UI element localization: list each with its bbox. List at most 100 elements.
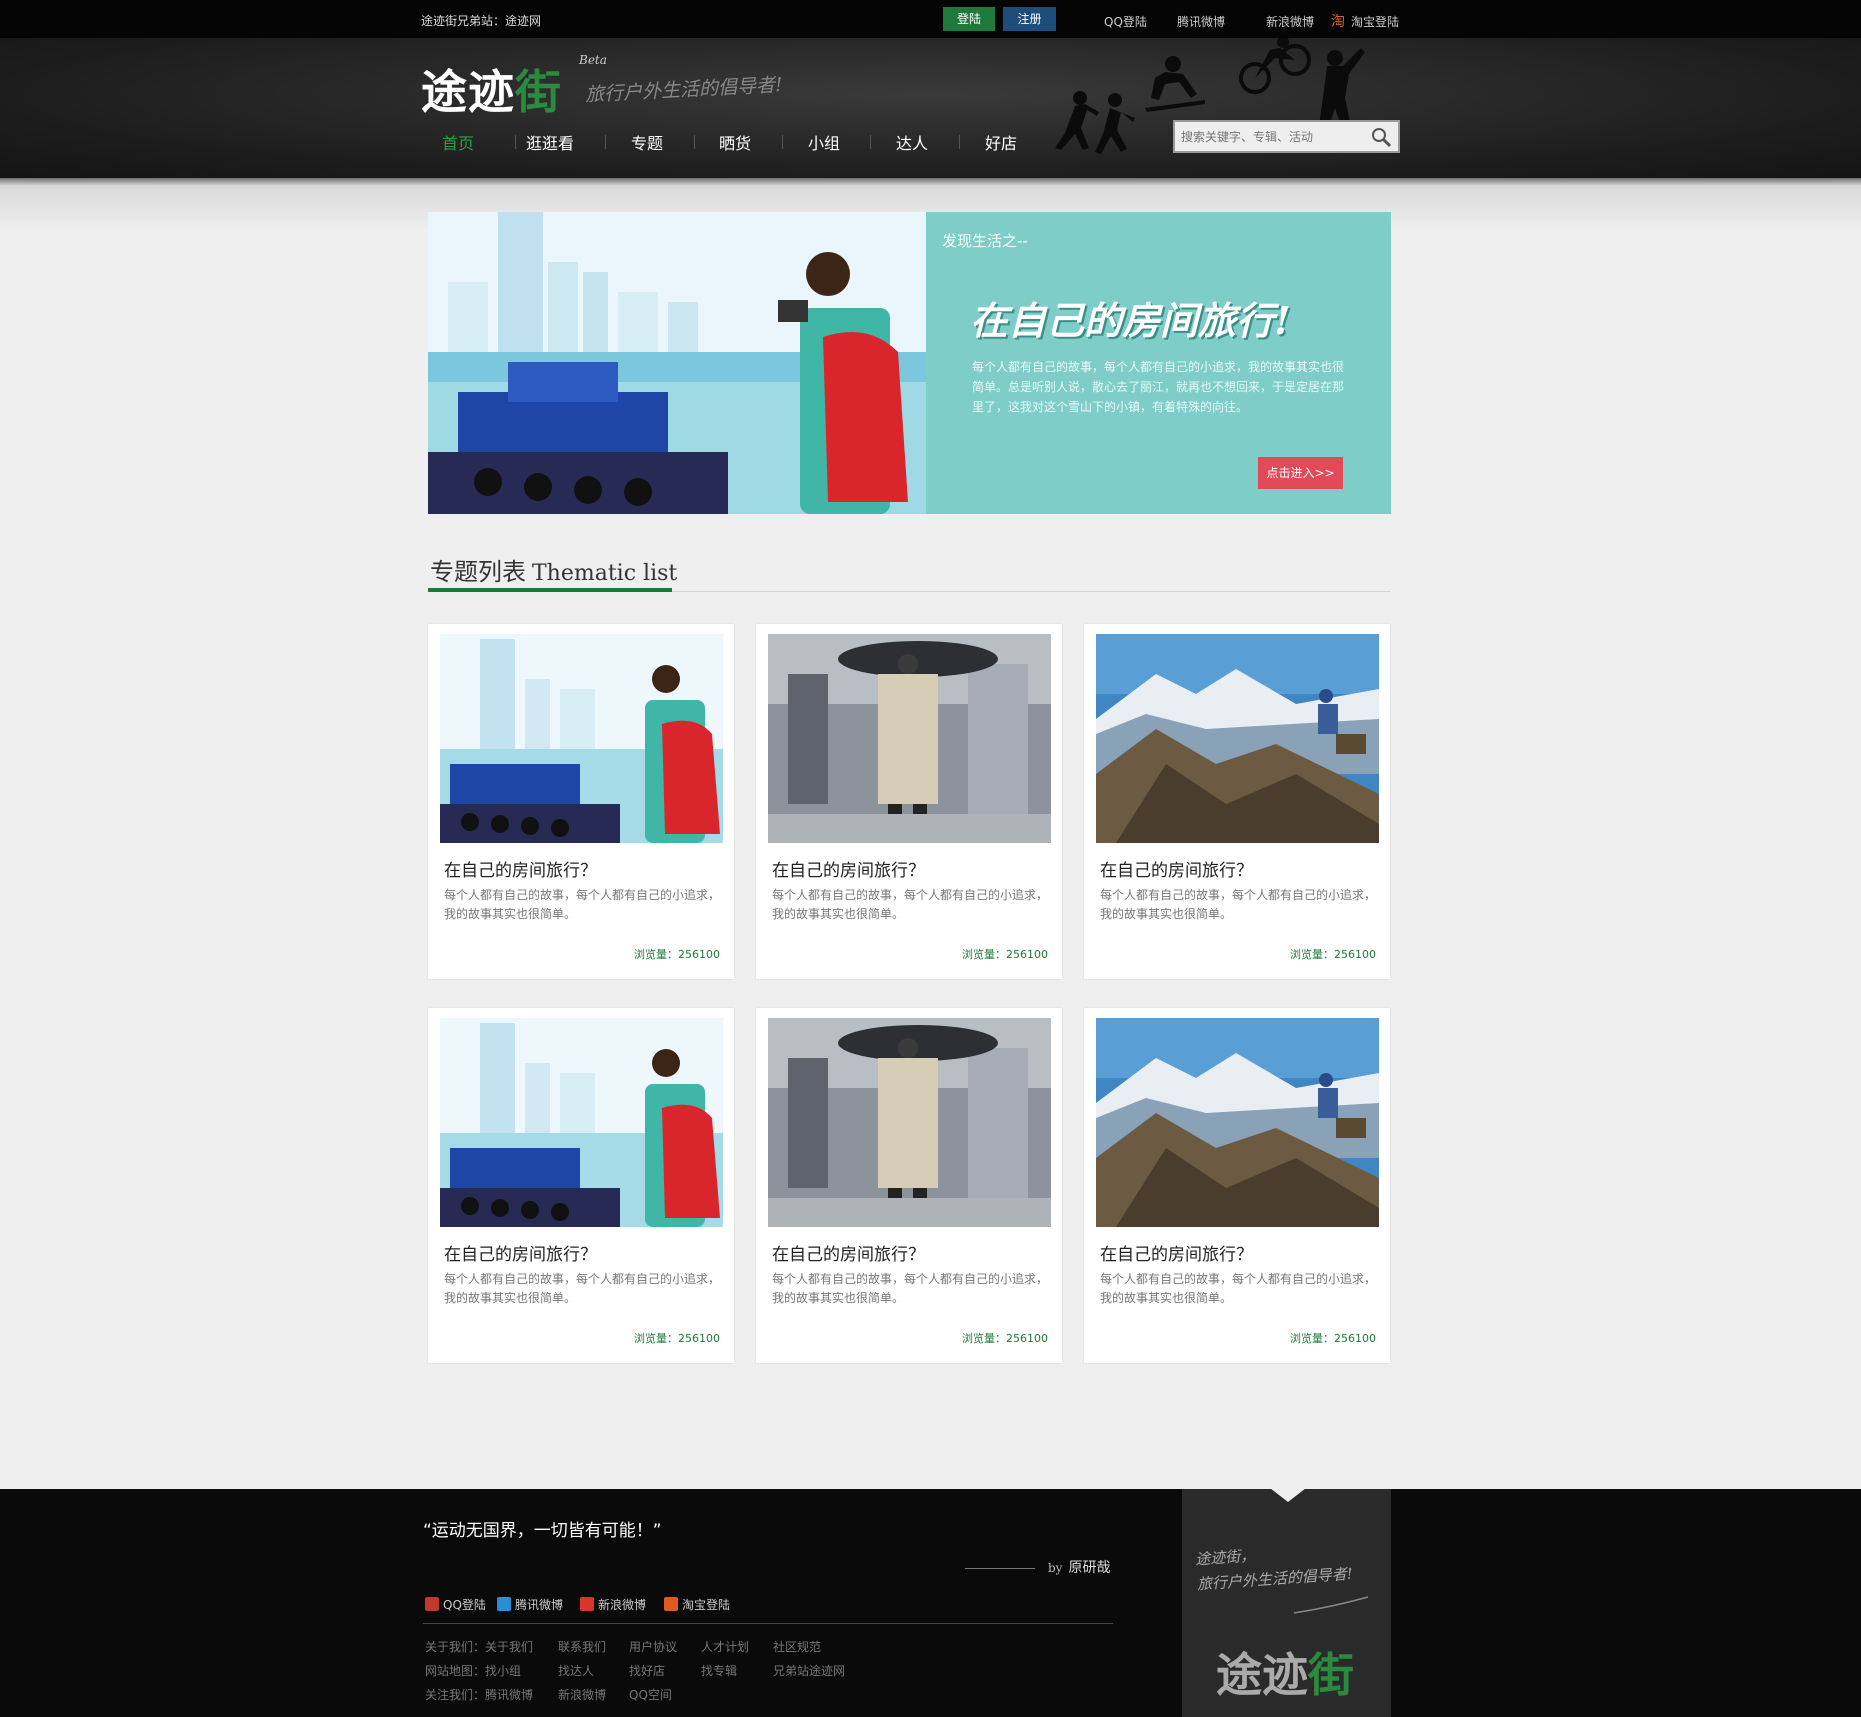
- banner-kicker: 发现生活之--: [942, 232, 1028, 250]
- footer-byline: by 原研哉: [1048, 1560, 1111, 1576]
- topic-card-description: 每个人都有自己的故事，每个人都有自己的小追求，我的故事其实也很简单。: [444, 888, 721, 921]
- nav-divider: [870, 135, 871, 149]
- banner-photo[interactable]: [428, 212, 926, 514]
- footer-follow-tencent[interactable]: 关注我们：腾讯微博: [425, 1686, 533, 1703]
- nav-showcase[interactable]: 晒货: [719, 130, 751, 154]
- nav-divider: [782, 135, 783, 149]
- footer-contact[interactable]: 联系我们: [558, 1638, 606, 1655]
- topic-card-image[interactable]: [768, 634, 1051, 843]
- footer-community-rules[interactable]: 社区规范: [773, 1638, 821, 1655]
- topic-card-image[interactable]: [1096, 1018, 1379, 1227]
- nav-groups[interactable]: 小组: [808, 130, 840, 154]
- topic-card[interactable]: 在自己的房间旅行？ 每个人都有自己的故事，每个人都有自己的小追求，我的故事其实也很…: [756, 624, 1062, 979]
- search-input[interactable]: [1181, 127, 1366, 147]
- topic-card-views: 浏览量：256100: [1290, 1332, 1376, 1345]
- topic-card-views: 浏览量：256100: [962, 1332, 1048, 1345]
- footer-careers[interactable]: 人才计划: [701, 1638, 749, 1655]
- footer-find-shops[interactable]: 找好店: [629, 1662, 665, 1679]
- footer-qq-login[interactable]: QQ登陆: [425, 1596, 486, 1613]
- section-title-underline: [428, 588, 672, 592]
- footer-brand-panel: 途迹街， 旅行户外生活的倡导者! 途迹街: [1182, 1489, 1391, 1717]
- footer-find-experts[interactable]: 找达人: [558, 1662, 594, 1679]
- footer-taobao-login[interactable]: 淘宝登陆: [664, 1596, 730, 1613]
- topic-card[interactable]: 在自己的房间旅行？ 每个人都有自己的故事，每个人都有自己的小追求，我的故事其实也很…: [1084, 624, 1390, 979]
- topic-card-image[interactable]: [768, 1018, 1051, 1227]
- header-background: [0, 38, 1861, 178]
- nav-experts[interactable]: 达人: [896, 130, 928, 154]
- footer-divider: [423, 1623, 1113, 1624]
- register-button[interactable]: 注册: [1003, 7, 1056, 31]
- topic-card-image[interactable]: [440, 1018, 723, 1227]
- topic-card-description: 每个人都有自己的故事，每个人都有自己的小追求，我的故事其实也很简单。: [772, 888, 1049, 921]
- topic-card-title[interactable]: 在自己的房间旅行？: [444, 1240, 597, 1265]
- tencent-weibo-icon: [497, 1597, 511, 1611]
- footer-tencent-weibo[interactable]: 腾讯微博: [497, 1596, 563, 1613]
- site-logo[interactable]: 途迹街: [421, 56, 562, 122]
- topic-card-views: 浏览量：256100: [634, 1332, 720, 1345]
- footer-find-groups[interactable]: 网站地图：找小组: [425, 1662, 521, 1679]
- footer-sister-site[interactable]: 兄弟站途迹网: [773, 1662, 845, 1679]
- footer-about-us[interactable]: 关于我们：关于我们: [425, 1638, 533, 1655]
- section-title-en: Thematic list: [532, 561, 678, 586]
- footer-sina-weibo[interactable]: 新浪微博: [580, 1596, 646, 1613]
- topic-card-title[interactable]: 在自己的房间旅行？: [772, 1240, 925, 1265]
- footer-logo[interactable]: 途迹街: [1216, 1639, 1354, 1705]
- tencent-weibo-link[interactable]: 腾讯微博: [1177, 13, 1225, 30]
- hero-banner: 发现生活之-- 在自己的房间旅行! 每个人都有自己的故事，每个人都有自己的小追求…: [428, 212, 1391, 514]
- topic-card-title[interactable]: 在自己的房间旅行？: [772, 856, 925, 881]
- topic-card-image[interactable]: [440, 634, 723, 843]
- topic-card-title[interactable]: 在自己的房间旅行？: [1100, 856, 1253, 881]
- byline-rule: [965, 1568, 1035, 1569]
- topic-card-description: 每个人都有自己的故事，每个人都有自己的小追求，我的故事其实也很简单。: [444, 1272, 721, 1305]
- topic-card[interactable]: 在自己的房间旅行？ 每个人都有自己的故事，每个人都有自己的小追求，我的故事其实也很…: [1084, 1008, 1390, 1363]
- footer-follow-qzone[interactable]: QQ空间: [629, 1686, 672, 1703]
- topic-card[interactable]: 在自己的房间旅行？ 每个人都有自己的故事，每个人都有自己的小追求，我的故事其实也很…: [428, 624, 734, 979]
- banner-enter-button[interactable]: 点击进入>>: [1258, 457, 1343, 489]
- topic-card-description: 每个人都有自己的故事，每个人都有自己的小追求，我的故事其实也很简单。: [772, 1272, 1049, 1305]
- sina-weibo-icon: [580, 1597, 594, 1611]
- top-bar: 途迹街兄弟站：途迹网 登陆 注册 QQ登陆 腾讯微博 新浪微博 淘 淘宝登陆: [0, 0, 1861, 38]
- banner-text-panel: 发现生活之-- 在自己的房间旅行! 每个人都有自己的故事，每个人都有自己的小追求…: [926, 212, 1391, 514]
- banner-description: 每个人都有自己的故事，每个人都有自己的小追求，我的故事其实也很简单。总是听别人说…: [972, 360, 1345, 414]
- footer-find-albums[interactable]: 找专辑: [701, 1662, 737, 1679]
- nav-divider: [515, 135, 516, 149]
- signature-flourish: [1293, 1596, 1369, 1614]
- section-title: 专题列表 Thematic list: [430, 552, 677, 587]
- taobao-login-link[interactable]: 淘宝登陆: [1351, 13, 1399, 30]
- nav-shops[interactable]: 好店: [985, 130, 1017, 154]
- sina-weibo-link[interactable]: 新浪微博: [1266, 13, 1314, 30]
- topic-card-views: 浏览量：256100: [962, 948, 1048, 961]
- nav-topics[interactable]: 专题: [631, 130, 663, 154]
- topic-card-title[interactable]: 在自己的房间旅行？: [444, 856, 597, 881]
- topic-card[interactable]: 在自己的房间旅行？ 每个人都有自己的故事，每个人都有自己的小追求，我的故事其实也很…: [428, 1008, 734, 1363]
- topic-card-description: 每个人都有自己的故事，每个人都有自己的小追求，我的故事其实也很简单。: [1100, 888, 1377, 921]
- nav-divider: [605, 135, 606, 149]
- sister-site-link[interactable]: 途迹街兄弟站：途迹网: [421, 12, 541, 29]
- nav-divider: [694, 135, 695, 149]
- banner-headline: 在自己的房间旅行!: [970, 298, 1291, 343]
- footer-follow-sina[interactable]: 新浪微博: [558, 1686, 606, 1703]
- beta-badge: Beta: [579, 53, 607, 67]
- topic-card-title[interactable]: 在自己的房间旅行？: [1100, 1240, 1253, 1265]
- search-icon[interactable]: [1370, 126, 1392, 148]
- login-button[interactable]: 登陆: [943, 7, 995, 31]
- footer-notch: [1270, 1488, 1306, 1502]
- taobao-icon: 淘: [1331, 14, 1345, 30]
- topic-card[interactable]: 在自己的房间旅行？ 每个人都有自己的故事，每个人都有自己的小追求，我的故事其实也很…: [756, 1008, 1062, 1363]
- topic-card-image[interactable]: [1096, 634, 1379, 843]
- footer: “运动无国界，一切皆有可能！” by 原研哉 QQ登陆 腾讯微博 新浪微博 淘宝登…: [0, 1488, 1861, 1717]
- topic-card-views: 浏览量：256100: [634, 948, 720, 961]
- nav-divider: [959, 135, 960, 149]
- qq-login-link[interactable]: QQ登陆: [1104, 13, 1147, 30]
- taobao-icon: [664, 1597, 678, 1611]
- topic-card-description: 每个人都有自己的故事，每个人都有自己的小追求，我的故事其实也很简单。: [1100, 1272, 1377, 1305]
- footer-agreement[interactable]: 用户协议: [629, 1638, 677, 1655]
- nav-home[interactable]: 首页: [442, 130, 474, 154]
- nav-browse[interactable]: 逛逛看: [526, 130, 574, 154]
- qq-icon: [425, 1597, 439, 1611]
- topic-card-views: 浏览量：256100: [1290, 948, 1376, 961]
- search-box: [1173, 120, 1400, 153]
- header: 途迹街 Beta 旅行户外生活的倡导者! 首页 逛逛看 专题 晒货 小组 达人 …: [0, 38, 1861, 230]
- footer-panel-slogan: 途迹街， 旅行户外生活的倡导者!: [1194, 1546, 1354, 1594]
- section-title-cn: 专题列表: [430, 558, 526, 586]
